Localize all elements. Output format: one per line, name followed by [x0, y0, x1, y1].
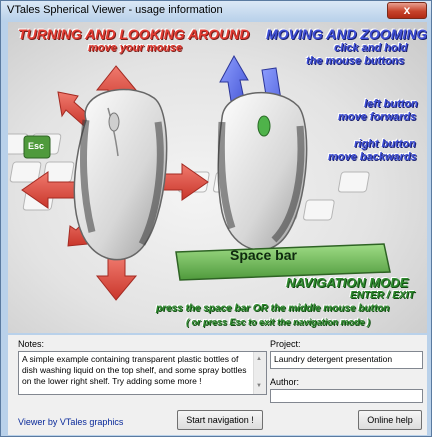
mouse-icon — [217, 92, 308, 251]
nav-esc-note: ( or press Esc to exit the navigation mo… — [186, 317, 371, 327]
online-help-button[interactable]: Online help — [358, 410, 422, 430]
project-value: Laundry detergent presentation — [274, 354, 393, 364]
title-bar: VTales Spherical Viewer - usage informat… — [1, 1, 431, 21]
project-label: Project: — [270, 339, 301, 349]
left-button-action: move forwards — [338, 111, 417, 123]
moving-heading: MOVING AND ZOOMING — [266, 26, 427, 42]
close-button[interactable]: x — [387, 2, 427, 19]
usage-illustration: TURNING AND LOOKING AROUND move your mou… — [8, 22, 427, 333]
right-button-action: move backwards — [328, 151, 417, 163]
close-icon: x — [403, 3, 411, 17]
nav-mode-heading: NAVIGATION MODE — [286, 275, 409, 290]
moving-subtitle-1: click and hold — [334, 42, 408, 54]
notes-text: A simple example containing transparent … — [22, 354, 247, 386]
moving-subtitle-2: the mouse buttons — [306, 55, 405, 67]
window-title: VTales Spherical Viewer - usage informat… — [7, 4, 223, 16]
scroll-up-icon[interactable]: ▲ — [256, 354, 262, 365]
author-field[interactable] — [270, 389, 423, 403]
turning-heading: TURNING AND LOOKING AROUND — [18, 26, 250, 42]
mouse-icon — [73, 88, 168, 261]
nav-enter-exit: ENTER / EXIT — [350, 290, 415, 301]
turning-subtitle: move your mouse — [88, 42, 183, 54]
project-field[interactable]: Laundry detergent presentation — [270, 351, 423, 369]
author-label: Author: — [270, 377, 300, 387]
nav-instructions: press the space bar OR the middle mouse … — [156, 303, 390, 314]
space-bar-label: Space bar — [230, 247, 297, 263]
esc-key-label: Esc — [28, 141, 45, 151]
notes-label: Notes: — [18, 339, 45, 349]
notes-scrollbar[interactable]: ▲ ▼ — [253, 352, 266, 394]
scroll-down-icon[interactable]: ▼ — [256, 381, 262, 392]
start-navigation-button[interactable]: Start navigation ! — [177, 410, 263, 430]
right-button-label: right button — [354, 138, 416, 150]
notes-textarea[interactable]: A simple example containing transparent … — [18, 351, 267, 395]
viewer-window: VTales Spherical Viewer - usage informat… — [0, 0, 432, 437]
left-button-label: left button — [364, 98, 418, 110]
viewer-link[interactable]: Viewer by VTales graphics — [18, 417, 123, 427]
info-panel: Notes: A simple example containing trans… — [8, 335, 427, 435]
